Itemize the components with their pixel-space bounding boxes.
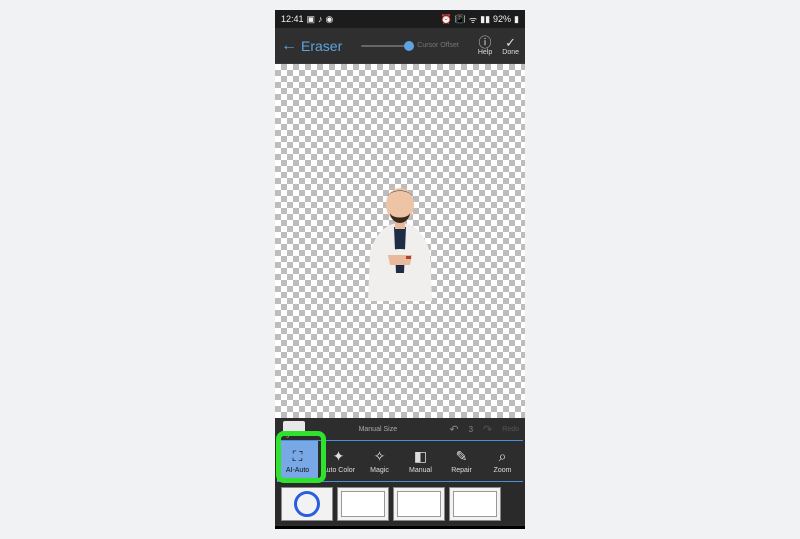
midbar: BgColor Manual Size ↶ 3 ↷ Redo (275, 418, 525, 440)
check-icon: ✓ (505, 36, 516, 49)
ring-icon (294, 491, 320, 517)
undo-count: 3 (469, 425, 473, 434)
redo-label: Redo (502, 426, 519, 433)
messenger-icon: ◉ (326, 14, 334, 25)
statusbar: 12:41 ▣ ♪ ◉ ⏰ 📳 ᯤ ▮▮ 92% ▮ (275, 10, 525, 28)
thumb-3[interactable] (393, 487, 445, 521)
thumbnail-strip (275, 482, 525, 524)
manual-size-label: Manual Size (312, 426, 443, 433)
app-title: Eraser (301, 38, 342, 54)
wand-icon: ✦ (333, 448, 345, 465)
statusbar-time: 12:41 (281, 14, 304, 24)
help-button[interactable]: ⓘ Help (478, 36, 492, 56)
tool-auto-color[interactable]: ✦ Auto Color (318, 441, 359, 481)
phone-frame: 12:41 ▣ ♪ ◉ ⏰ 📳 ᯤ ▮▮ 92% ▮ ← Eraser Curs… (275, 10, 525, 529)
tiktok-icon: ♪ (318, 14, 323, 24)
gallery-icon: ▣ (307, 14, 316, 25)
thumb-1[interactable] (281, 487, 333, 521)
appbar: ← Eraser Cursor Offset ⓘ Help ✓ Done (275, 28, 525, 64)
magic-icon: ✧ (374, 448, 386, 465)
toolbar: ⛶ AI-Auto ✦ Auto Color ✧ Magic ◧ Manual … (277, 440, 523, 482)
redo-icon[interactable]: ↷ (483, 423, 492, 436)
tool-ai-auto[interactable]: ⛶ AI-Auto (277, 441, 318, 481)
android-navbar (275, 526, 525, 529)
canvas[interactable] (275, 64, 525, 418)
battery-icon: ▮ (514, 14, 519, 25)
ai-auto-icon: ⛶ (293, 448, 303, 465)
statusbar-battery: 92% (493, 14, 511, 24)
repair-icon: ✎ (456, 448, 468, 465)
subject-cutout (356, 181, 444, 301)
eraser-icon: ◧ (414, 448, 427, 465)
thumb-2[interactable] (337, 487, 389, 521)
tool-magic[interactable]: ✧ Magic (359, 441, 400, 481)
zoom-icon: ⌕ (499, 448, 507, 465)
vibrate-icon: 📳 (455, 14, 466, 25)
wifi-icon: ᯤ (469, 13, 477, 26)
tool-zoom[interactable]: ⌕ Zoom (482, 441, 523, 481)
undo-icon[interactable]: ↶ (449, 423, 458, 436)
tool-repair[interactable]: ✎ Repair (441, 441, 482, 481)
bgcolor-chip[interactable] (283, 421, 305, 435)
alarm-icon: ⏰ (440, 14, 451, 25)
help-icon: ⓘ (479, 36, 492, 49)
cursor-offset-slider[interactable]: Cursor Offset (342, 42, 478, 49)
back-arrow-icon[interactable]: ← (281, 37, 297, 55)
thumb-4[interactable] (449, 487, 501, 521)
slider-label: Cursor Offset (417, 42, 459, 49)
tool-manual[interactable]: ◧ Manual (400, 441, 441, 481)
signal-icon: ▮▮ (480, 14, 490, 25)
done-button[interactable]: ✓ Done (502, 36, 519, 56)
